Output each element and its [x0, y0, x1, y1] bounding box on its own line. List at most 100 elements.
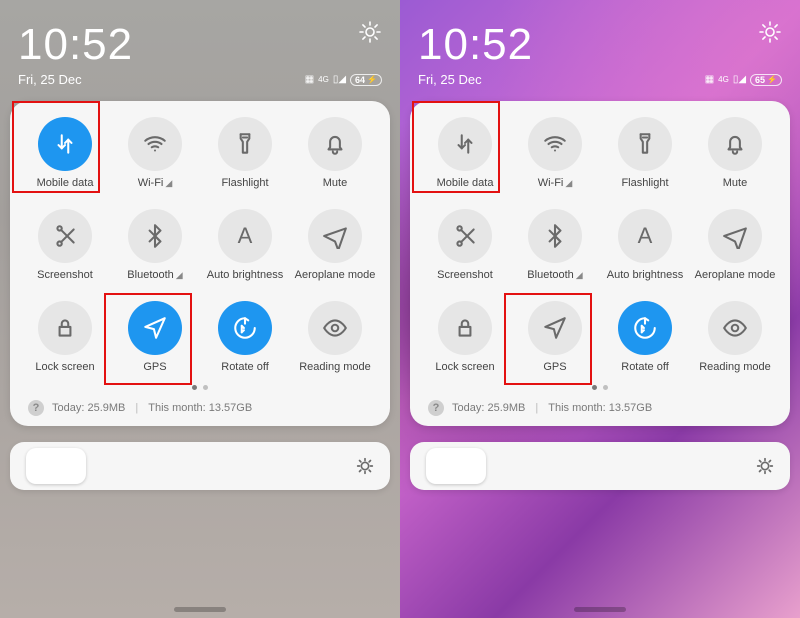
screenshot-icon[interactable] [438, 209, 492, 263]
usage-month: This month: 13.57GB [548, 402, 652, 414]
lock-screen-icon[interactable] [38, 301, 92, 355]
qs-tile-label: Rotate off [621, 361, 669, 373]
qs-tile-reading[interactable]: Reading mode [290, 299, 380, 375]
qs-tile-label: Aeroplane mode [295, 269, 376, 281]
mobile-data-icon[interactable] [438, 117, 492, 171]
qs-tile-screenshot[interactable]: Screenshot [20, 207, 110, 283]
qs-tile-wifi[interactable]: Wi-Fi◢ [510, 115, 600, 191]
qs-tile-label: Screenshot [37, 269, 93, 281]
qs-tile-label: GPS [543, 361, 566, 373]
qs-tile-label: Mute [723, 177, 747, 189]
usage-today: Today: 25.9MB [452, 402, 525, 414]
mute-icon[interactable] [308, 117, 362, 171]
wifi-icon[interactable] [128, 117, 182, 171]
qs-tile-rotate[interactable]: Rotate off [200, 299, 290, 375]
qs-tile-aeroplane[interactable]: Aeroplane mode [690, 207, 780, 283]
qs-tile-auto-brightness[interactable]: A Auto brightness [600, 207, 690, 283]
qs-tile-mute[interactable]: Mute [290, 115, 380, 191]
battery-pill: 64⚡ [350, 74, 382, 86]
qs-tile-wifi[interactable]: Wi-Fi◢ [110, 115, 200, 191]
quick-settings-panel: Mobile data Wi-Fi◢ Flashlight Mute Screensho… [410, 101, 790, 426]
qs-tile-aeroplane[interactable]: Aeroplane mode [290, 207, 380, 283]
drag-handle[interactable] [174, 607, 226, 612]
settings-gear-icon[interactable] [758, 20, 782, 44]
bluetooth-icon[interactable] [528, 209, 582, 263]
qs-tile-label: Mobile data [37, 177, 94, 189]
qs-tile-mute[interactable]: Mute [690, 115, 780, 191]
qs-tile-label: Mute [323, 177, 347, 189]
clock-time: 10:52 [418, 20, 533, 70]
usage-today: Today: 25.9MB [52, 402, 125, 414]
wifi-icon[interactable] [528, 117, 582, 171]
qs-tile-rotate[interactable]: Rotate off [600, 299, 690, 375]
settings-gear-icon[interactable] [358, 20, 382, 44]
qs-tile-label: Lock screen [35, 361, 94, 373]
auto-brightness-icon[interactable]: A [218, 209, 272, 263]
auto-brightness-icon[interactable]: A [618, 209, 672, 263]
mobile-data-icon[interactable] [38, 117, 92, 171]
aeroplane-icon[interactable] [708, 209, 762, 263]
qs-tile-label: Reading mode [699, 361, 771, 373]
qs-tile-label: Aeroplane mode [695, 269, 776, 281]
qs-tile-flashlight[interactable]: Flashlight [200, 115, 290, 191]
bluetooth-icon[interactable] [128, 209, 182, 263]
brightness-high-icon [354, 455, 376, 477]
qs-tile-mobile-data[interactable]: Mobile data [420, 115, 510, 191]
qs-tile-label: Reading mode [299, 361, 371, 373]
mute-icon[interactable] [708, 117, 762, 171]
reading-icon[interactable] [708, 301, 762, 355]
rotate-icon[interactable] [218, 301, 272, 355]
qs-tile-label: Flashlight [621, 177, 668, 189]
qs-tile-gps[interactable]: GPS [510, 299, 600, 375]
brightness-thumb[interactable] [26, 448, 86, 484]
qs-tile-label: Screenshot [437, 269, 493, 281]
qs-tile-label: Lock screen [435, 361, 494, 373]
status-date: Fri, 25 Dec [18, 72, 82, 87]
gps-icon[interactable] [528, 301, 582, 355]
status-system-icons: ▦4G▯◢ 64⚡ [305, 74, 382, 86]
qs-tile-label: Bluetooth◢ [127, 269, 182, 281]
lock-screen-icon[interactable] [438, 301, 492, 355]
screenshot-icon[interactable] [38, 209, 92, 263]
quick-settings-panel: Mobile data Wi-Fi◢Flashlight Mute Screensho… [10, 101, 390, 426]
reading-icon[interactable] [308, 301, 362, 355]
status-date: Fri, 25 Dec [418, 72, 482, 87]
status-system-icons: ▦4G▯◢ 65⚡ [705, 74, 782, 86]
qs-tile-lock-screen[interactable]: Lock screen [20, 299, 110, 375]
qs-tile-label: GPS [143, 361, 166, 373]
screenshot-right: 10:52 Fri, 25 Dec ▦4G▯◢ 65⚡ Mobile data W… [400, 0, 800, 618]
clock-time: 10:52 [18, 20, 133, 70]
page-indicator [420, 385, 780, 390]
gps-icon[interactable] [128, 301, 182, 355]
brightness-slider[interactable] [410, 442, 790, 490]
qs-tile-label: Bluetooth◢ [527, 269, 582, 281]
qs-tile-gps[interactable]: GPS [110, 299, 200, 375]
qs-tile-mobile-data[interactable]: Mobile data [20, 115, 110, 191]
qs-tile-bluetooth[interactable]: Bluetooth◢ [110, 207, 200, 283]
screenshot-left: 10:52 Fri, 25 Dec ▦4G▯◢ 64⚡ Mobile data W… [0, 0, 400, 618]
page-indicator [20, 385, 380, 390]
flashlight-icon[interactable] [218, 117, 272, 171]
battery-pill: 65⚡ [750, 74, 782, 86]
usage-month: This month: 13.57GB [148, 402, 252, 414]
flashlight-icon[interactable] [618, 117, 672, 171]
data-usage-row[interactable]: ? Today: 25.9MB | This month: 13.57GB [20, 396, 380, 418]
qs-tile-screenshot[interactable]: Screenshot [420, 207, 510, 283]
qs-tile-lock-screen[interactable]: Lock screen [420, 299, 510, 375]
brightness-high-icon [754, 455, 776, 477]
qs-tile-label: Mobile data [437, 177, 494, 189]
brightness-thumb[interactable] [426, 448, 486, 484]
data-usage-row[interactable]: ? Today: 25.9MB | This month: 13.57GB [420, 396, 780, 418]
qs-tile-flashlight[interactable]: Flashlight [600, 115, 690, 191]
qs-tile-label: Rotate off [221, 361, 269, 373]
brightness-slider[interactable] [10, 442, 390, 490]
qs-tile-bluetooth[interactable]: Bluetooth◢ [510, 207, 600, 283]
qs-tile-label: Wi-Fi◢ [538, 177, 573, 189]
qs-tile-label: Auto brightness [607, 269, 683, 281]
qs-tile-reading[interactable]: Reading mode [690, 299, 780, 375]
qs-tile-auto-brightness[interactable]: AAuto brightness [200, 207, 290, 283]
drag-handle[interactable] [574, 607, 626, 612]
rotate-icon[interactable] [618, 301, 672, 355]
aeroplane-icon[interactable] [308, 209, 362, 263]
info-icon: ? [28, 400, 44, 416]
